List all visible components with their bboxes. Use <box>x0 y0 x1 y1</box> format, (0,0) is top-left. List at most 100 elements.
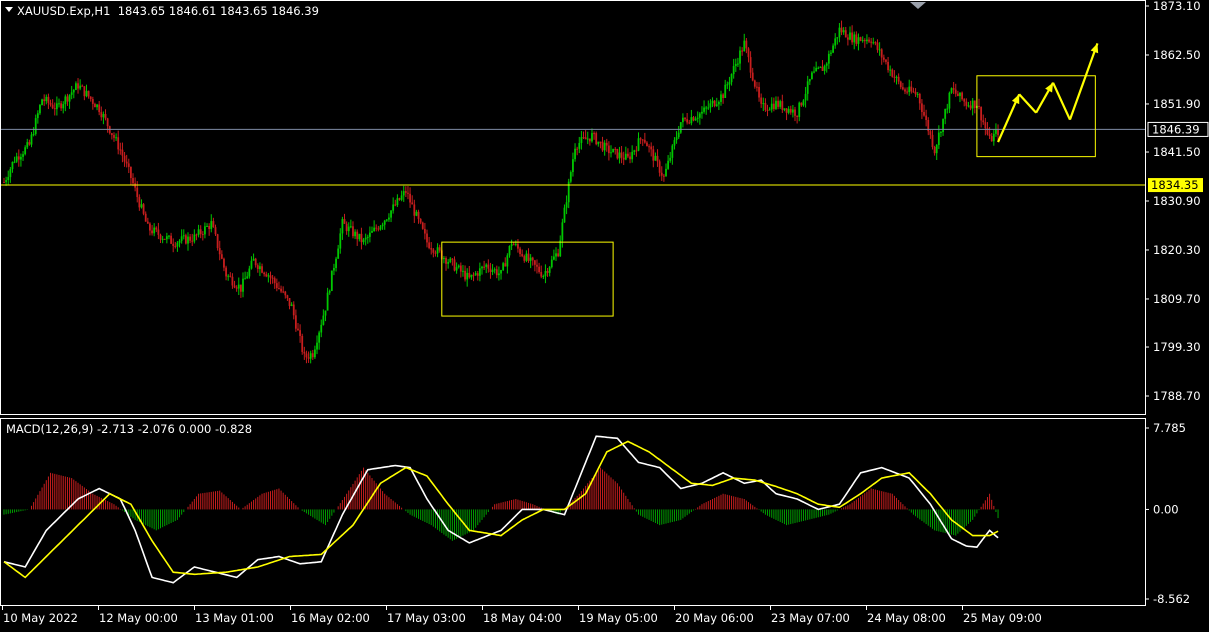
candle-body <box>849 32 851 40</box>
candle-body <box>895 76 898 78</box>
candle-body <box>320 324 323 333</box>
candle-body <box>271 277 274 279</box>
candle-body <box>591 133 593 142</box>
candle-body <box>622 157 625 160</box>
time-tick-label: 25 May 09:00 <box>963 611 1042 625</box>
candle-body <box>373 227 376 231</box>
candle-body <box>880 49 883 58</box>
candle-body <box>559 240 562 257</box>
candle-body <box>483 266 486 268</box>
candle-body <box>261 266 263 273</box>
candle-body <box>176 242 179 247</box>
candle-body <box>7 177 10 181</box>
candle-body <box>967 105 970 107</box>
candle-body <box>89 96 92 99</box>
candle-body <box>250 260 253 269</box>
candle-body <box>11 161 14 170</box>
candle-body <box>648 146 650 148</box>
candle-body <box>195 234 198 236</box>
candle-body <box>282 291 285 293</box>
price-tick-label: 1851.90 <box>1153 97 1201 111</box>
candle-body <box>722 94 724 98</box>
candle-body <box>550 259 553 268</box>
candle-body <box>451 258 454 260</box>
candle-body <box>531 257 534 261</box>
candle-body <box>836 37 839 39</box>
candle-body <box>201 233 204 235</box>
candle-body <box>43 99 46 102</box>
candle-body <box>402 191 405 196</box>
candle-body <box>235 287 238 289</box>
candle-body <box>923 112 925 116</box>
candle-body <box>371 230 373 233</box>
candle-body <box>301 335 304 352</box>
candle-body <box>823 65 826 71</box>
candle-body <box>457 265 460 268</box>
candle-body <box>449 258 452 263</box>
candle-body <box>910 86 913 92</box>
candle-body <box>394 204 397 206</box>
time-tick-label: 19 May 05:00 <box>579 611 658 625</box>
candle-body <box>918 93 921 104</box>
candle-body <box>984 122 987 129</box>
candle-body <box>561 222 564 241</box>
candle-body <box>151 230 153 234</box>
candle-body <box>956 93 959 97</box>
candle-body <box>98 104 101 113</box>
candle-body <box>980 106 983 121</box>
candle-body <box>225 267 227 277</box>
candle-body <box>354 231 356 237</box>
candle-body <box>316 342 318 350</box>
candle-body <box>206 225 208 227</box>
candle-body <box>453 259 456 271</box>
candle-body <box>132 178 134 184</box>
candle-body <box>717 101 720 105</box>
candle-body <box>720 94 722 102</box>
candle-body <box>311 353 314 358</box>
candle-body <box>948 92 951 109</box>
candle-body <box>47 96 50 103</box>
candle-body <box>859 37 862 41</box>
candle-body <box>423 228 426 234</box>
candle-body <box>762 103 765 105</box>
candle-body <box>944 108 947 119</box>
candle-body <box>470 274 473 278</box>
candle-body <box>713 100 716 106</box>
candle-body <box>580 137 583 144</box>
candle-body <box>462 270 464 272</box>
candle-body <box>811 72 813 80</box>
candle-body <box>916 93 919 95</box>
candle-body <box>157 229 160 235</box>
candle-body <box>178 240 181 243</box>
candle-body <box>123 155 126 162</box>
candle-body <box>220 254 223 259</box>
candle-body <box>758 87 760 98</box>
candle-body <box>100 112 103 118</box>
candle-body <box>189 236 192 241</box>
candle-body <box>715 104 718 106</box>
candle-body <box>343 219 346 224</box>
candle-body <box>404 191 407 193</box>
candle-body <box>988 134 991 137</box>
candle-body <box>438 247 441 251</box>
candle-body <box>842 30 845 33</box>
candle-body <box>798 102 801 117</box>
candle-body <box>72 89 75 93</box>
candle-body <box>362 239 365 243</box>
horizontal-level-label: 1834.35 <box>1151 178 1199 192</box>
candle-body <box>942 118 944 133</box>
candle-body <box>244 278 247 280</box>
candle-body <box>703 107 705 112</box>
time-tick-label: 13 May 01:00 <box>195 611 274 625</box>
candle-body <box>635 150 638 152</box>
candle-body <box>614 148 617 150</box>
candle-body <box>527 253 530 261</box>
candle-body <box>468 272 471 278</box>
candle-body <box>379 226 382 230</box>
candle-body <box>616 148 619 159</box>
candle-body <box>239 284 242 292</box>
candle-body <box>366 236 369 238</box>
candle-body <box>60 103 63 109</box>
candle-body <box>335 258 337 269</box>
candle-body <box>686 119 689 123</box>
